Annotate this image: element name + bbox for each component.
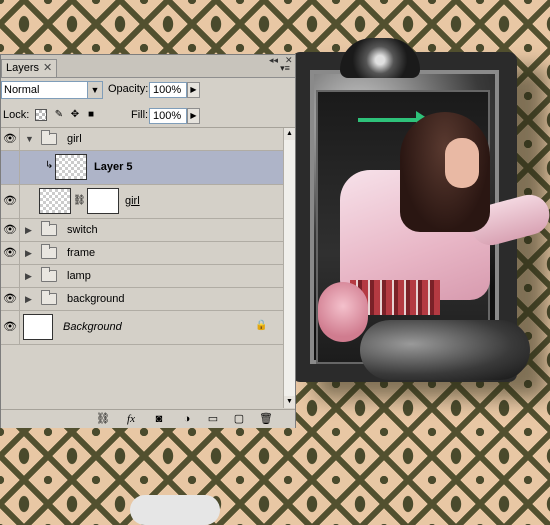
blend-mode-value: Normal — [4, 84, 40, 96]
opacity-label: Opacity: — [108, 83, 149, 95]
layer-thumbnail — [23, 314, 53, 340]
layer-row-girl[interactable]: 👁 ⛓ girl — [1, 185, 283, 219]
scroll-up-icon[interactable]: ▲ — [284, 128, 295, 140]
expand-closed-icon[interactable]: ▶ — [25, 294, 32, 305]
teddy-bear — [318, 282, 368, 342]
expand-open-icon[interactable]: ▼ — [25, 134, 34, 144]
blend-mode-select[interactable]: Normal ▼ — [1, 81, 103, 99]
new-group-icon[interactable]: ▭ — [205, 412, 221, 426]
expand-closed-icon[interactable]: ▶ — [25, 271, 32, 282]
layer-name: Background — [63, 321, 122, 333]
fill-label: Fill: — [131, 109, 149, 121]
tab-layers[interactable]: Layers ✕ — [1, 59, 57, 77]
folder-icon — [41, 244, 57, 259]
layer-name: lamp — [67, 270, 91, 282]
layer-row-background-group[interactable]: 👁 ▶ background — [1, 288, 283, 311]
layer-name: girl — [125, 195, 140, 207]
fill-input[interactable]: 100% — [149, 108, 187, 124]
eye-icon[interactable]: 👁 — [1, 288, 20, 310]
mask-thumbnail[interactable] — [87, 188, 119, 214]
layer-row-girl-group[interactable]: 👁 ▼ girl — [1, 128, 283, 151]
girl-face — [445, 138, 479, 188]
chevron-down-icon[interactable]: ▼ — [87, 82, 102, 98]
layers-panel: Layers ✕ ◂◂ ✕ ▾≡ Normal ▼ Opacity: 100% … — [0, 54, 296, 428]
panel-menu-icon[interactable]: ▾≡ — [277, 63, 293, 75]
lock-label: Lock: — [3, 109, 30, 121]
lock-icon: 🔒 — [255, 320, 268, 331]
add-mask-icon[interactable]: ◙ — [151, 412, 167, 426]
eye-icon[interactable]: 👁 — [1, 242, 20, 264]
blend-opacity-row: Normal ▼ Opacity: 100% ▶ — [1, 79, 295, 101]
layer-row-layer5[interactable]: ↳ Layer 5 — [1, 151, 283, 185]
scroll-down-icon[interactable]: ▼ — [284, 396, 295, 408]
delete-layer-icon[interactable]: 🗑 — [258, 412, 274, 426]
frame-crest — [340, 38, 420, 78]
layer-name: frame — [67, 247, 96, 259]
new-layer-icon[interactable]: ▢ — [231, 412, 247, 426]
tab-layers-label: Layers — [6, 62, 40, 74]
layers-list: 👁 ▼ girl ↳ Layer 5 👁 ⛓ girl 👁 ▶ switch 👁… — [1, 128, 283, 408]
layer-row-frame[interactable]: 👁 ▶ frame — [1, 242, 283, 265]
layer-row-lamp[interactable]: ▶ lamp — [1, 265, 283, 288]
folder-icon — [41, 221, 57, 236]
layer-thumbnail — [39, 188, 71, 214]
lock-fill-row: Lock: ✎ ✥ ■ Fill: 100% ▶ — [1, 103, 295, 128]
layer-thumbnail — [55, 154, 87, 180]
lock-position-icon[interactable]: ✥ — [69, 109, 81, 121]
fill-slider-button[interactable]: ▶ — [187, 108, 200, 124]
eye-slot[interactable] — [1, 151, 20, 184]
lock-all-icon[interactable]: ■ — [85, 109, 97, 121]
opacity-slider-button[interactable]: ▶ — [187, 82, 200, 98]
eye-icon[interactable]: 👁 — [1, 185, 20, 218]
panel-footer: ⛓ fx ◙ ◑ ▭ ▢ 🗑 — [1, 409, 295, 428]
layer-name: background — [67, 293, 125, 305]
folder-icon — [41, 130, 57, 145]
layer-name: Layer 5 — [94, 161, 133, 173]
link-layers-icon[interactable]: ⛓ — [95, 412, 111, 426]
layer-name: girl — [67, 133, 82, 145]
layer-name: switch — [67, 224, 98, 236]
green-arrow-icon — [358, 111, 430, 129]
folder-icon — [41, 290, 57, 305]
lock-transparency-icon[interactable] — [35, 109, 47, 121]
layer-row-background[interactable]: 👁 Background 🔒 — [1, 311, 283, 345]
expand-closed-icon[interactable]: ▶ — [25, 248, 32, 259]
frame-leaves — [360, 320, 530, 380]
lock-pixels-icon[interactable]: ✎ — [53, 109, 65, 121]
chain-link-icon[interactable]: ⛓ — [73, 195, 86, 206]
canvas-blob — [130, 495, 220, 525]
panel-tabbar: Layers ✕ ◂◂ ✕ ▾≡ — [1, 55, 295, 78]
fx-icon[interactable]: fx — [123, 412, 139, 426]
adjustment-layer-icon[interactable]: ◑ — [179, 412, 195, 426]
folder-icon — [41, 267, 57, 282]
eye-icon[interactable]: 👁 — [1, 128, 20, 150]
eye-slot[interactable] — [1, 265, 20, 287]
eye-icon[interactable]: 👁 — [1, 311, 20, 344]
tab-close-icon[interactable]: ✕ — [43, 61, 52, 74]
eye-icon[interactable]: 👁 — [1, 219, 20, 241]
opacity-input[interactable]: 100% — [149, 82, 187, 98]
clip-arrow-icon: ↳ — [45, 160, 54, 171]
layer-row-switch[interactable]: 👁 ▶ switch — [1, 219, 283, 242]
expand-closed-icon[interactable]: ▶ — [25, 225, 32, 236]
layers-scrollbar[interactable]: ▲ ▼ — [283, 128, 295, 408]
